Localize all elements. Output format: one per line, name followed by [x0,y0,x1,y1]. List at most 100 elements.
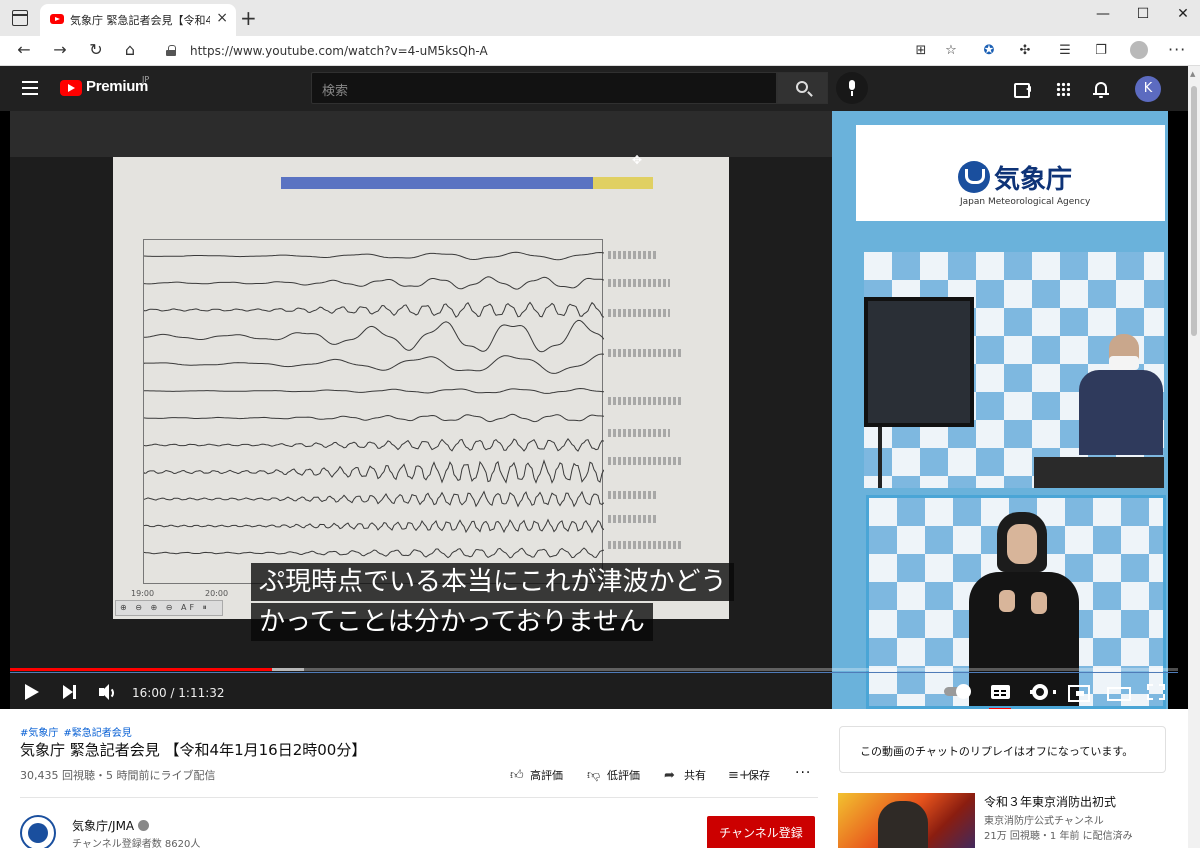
extension-blue-icon[interactable]: ✪ [980,42,998,60]
dislike-button[interactable]: 👎︎ 低評価 [587,767,640,787]
jma-emblem-icon [958,161,990,193]
caption-line-2: かってことは分かっておりません [251,603,653,641]
like-button[interactable]: 👍︎ 高評価 [510,767,563,787]
tab-title: 気象庁 緊急記者会見【令和4年1 [70,14,210,27]
chat-replay-notice: この動画のチャットのリプレイはオフになっています。 [839,726,1166,773]
more-icon[interactable]: ··· [1168,40,1186,59]
youtube-logo-icon[interactable] [60,80,82,96]
seismogram-trace [144,353,604,374]
autoplay-toggle[interactable] [944,684,972,699]
favorite-icon[interactable]: ☆ [942,42,960,60]
station-label [608,515,658,523]
tab-actions-icon[interactable] [12,10,28,26]
axis-label-2000: 20:00 [205,589,229,598]
subscribe-button[interactable]: チャンネル登録 [707,816,815,848]
recommended-video-title[interactable]: 令和３年東京消防出初式 [984,793,1116,810]
forward-button[interactable]: → [48,40,72,62]
save-button[interactable]: ≡+保存 [728,767,770,787]
recommended-video-thumbnail[interactable] [838,793,975,848]
station-label [608,309,670,317]
caption-line-1: ぷ現時点でいる本当にこれが津波かどう [251,563,735,601]
tab-youtube[interactable]: 気象庁 緊急記者会見【令和4年1 × [40,4,236,36]
seismogram-trace [144,459,604,484]
monitor-screen [864,297,974,427]
seismogram-trace [144,437,604,452]
new-tab-button[interactable]: + [240,6,257,30]
country-code: JP [142,75,150,84]
duration: 1:11:32 [178,686,225,700]
subtitles-icon[interactable] [989,681,1013,709]
url-input[interactable]: https://www.youtube.com/watch?v=4-uM5ksQ… [156,39,966,63]
share-button[interactable]: ➦ 共有 [664,767,706,787]
scroll-up-icon[interactable]: ▲ [1190,70,1195,78]
press-conference-pane: 気象庁 Japan Meteorological Agency [851,111,1168,709]
page-scrollbar[interactable]: ▲ [1188,66,1200,848]
next-video-icon[interactable] [58,681,82,703]
hashtag-link[interactable]: #緊急記者会見 [63,728,131,739]
account-avatar[interactable]: K [1135,76,1161,102]
channel-name[interactable]: 気象庁/JMA [72,817,150,834]
jma-title: 気象庁 [994,165,1073,195]
channel-avatar[interactable] [20,815,56,848]
seismogram-trace [144,490,604,508]
player-controls: 16:00 / 1:11:32 [0,674,1188,709]
station-label [608,251,658,259]
back-button[interactable]: ← [12,40,36,62]
progress-bar[interactable] [10,668,1178,671]
reload-button[interactable]: ↻ [84,40,108,62]
miniplayer-icon[interactable] [1066,681,1090,703]
extensions-icon[interactable]: ✣ [1016,42,1034,60]
seismogram-trace [144,276,604,290]
hashtag-link[interactable]: #気象庁 [20,728,58,739]
youtube-masthead: Premium JP 検索 K [0,66,1188,111]
document-viewer-toolbar: ⊕ ⊖ ⊕ ⊖ AF ⏸ [115,600,223,616]
fullscreen-icon[interactable] [1144,681,1168,703]
seismogram-traces [143,239,604,584]
create-video-icon[interactable] [1012,79,1032,99]
reader-icon[interactable]: ⊞ [912,42,930,60]
voice-search-icon[interactable] [836,72,868,104]
thumbs-up-icon: 👍︎ [510,768,524,783]
apps-icon[interactable] [1053,79,1073,99]
current-time: 16:00 [132,686,167,700]
menu-icon[interactable] [22,81,38,95]
seismogram-trace [144,387,604,394]
settings-gear-icon[interactable] [1029,681,1056,703]
closed-captions: ぷ現時点でいる本当にこれが津波かどう かってことは分かっておりません [251,563,735,643]
station-labels [608,239,718,584]
recommended-video-channel[interactable]: 東京消防庁公式チャンネル [984,812,1104,827]
search-button[interactable] [777,72,828,104]
search-placeholder: 検索 [322,84,349,99]
collections-icon[interactable]: ❐ [1092,42,1110,60]
play-icon[interactable] [20,681,44,703]
more-actions-icon[interactable]: ··· [795,765,811,785]
view-count: 30,435 回視聴・5 時間前にライブ配信 [20,769,216,782]
thumbs-down-icon: 👎︎ [587,768,601,783]
profile-icon[interactable] [1130,41,1148,59]
youtube-favicon-icon [50,14,64,24]
station-label [608,541,682,549]
browser-window: 気象庁 緊急記者会見【令和4年1 × + — ☐ ✕ ← → ↻ ⌂ https… [0,0,1200,848]
theater-mode-icon[interactable] [1106,681,1131,703]
scroll-thumb[interactable] [1191,86,1197,336]
maximize-button[interactable]: ☐ [1128,6,1158,28]
video-player[interactable]: 19:00 20:00 ⊕ ⊖ ⊕ ⊖ AF ⏸ ✥ 気象庁 Japan Met… [0,111,1188,709]
favorites-icon[interactable]: ☰ [1056,42,1074,60]
search-input[interactable]: 検索 [311,72,777,104]
minimize-button[interactable]: — [1088,6,1118,28]
video-title: 気象庁 緊急記者会見 【令和4年1月16日2時00分】 [20,741,367,759]
station-label [608,397,682,405]
close-window-button[interactable]: ✕ [1168,6,1198,28]
youtube-brand[interactable]: Premium [86,78,148,95]
lock-icon[interactable] [166,45,176,56]
seismogram-document: 19:00 20:00 ⊕ ⊖ ⊕ ⊖ AF ⏸ [113,157,729,619]
add-to-playlist-icon: ≡+ [728,768,750,783]
notifications-bell-icon[interactable] [1091,79,1111,99]
podium [1034,457,1164,488]
home-button[interactable]: ⌂ [118,40,142,62]
subscriber-count: チャンネル登録者数 8620人 [72,839,201,848]
seismogram-svg [144,251,604,559]
document-header-bar [281,177,653,189]
tab-close-icon[interactable]: × [216,10,228,26]
axis-label-1900: 19:00 [131,589,155,598]
